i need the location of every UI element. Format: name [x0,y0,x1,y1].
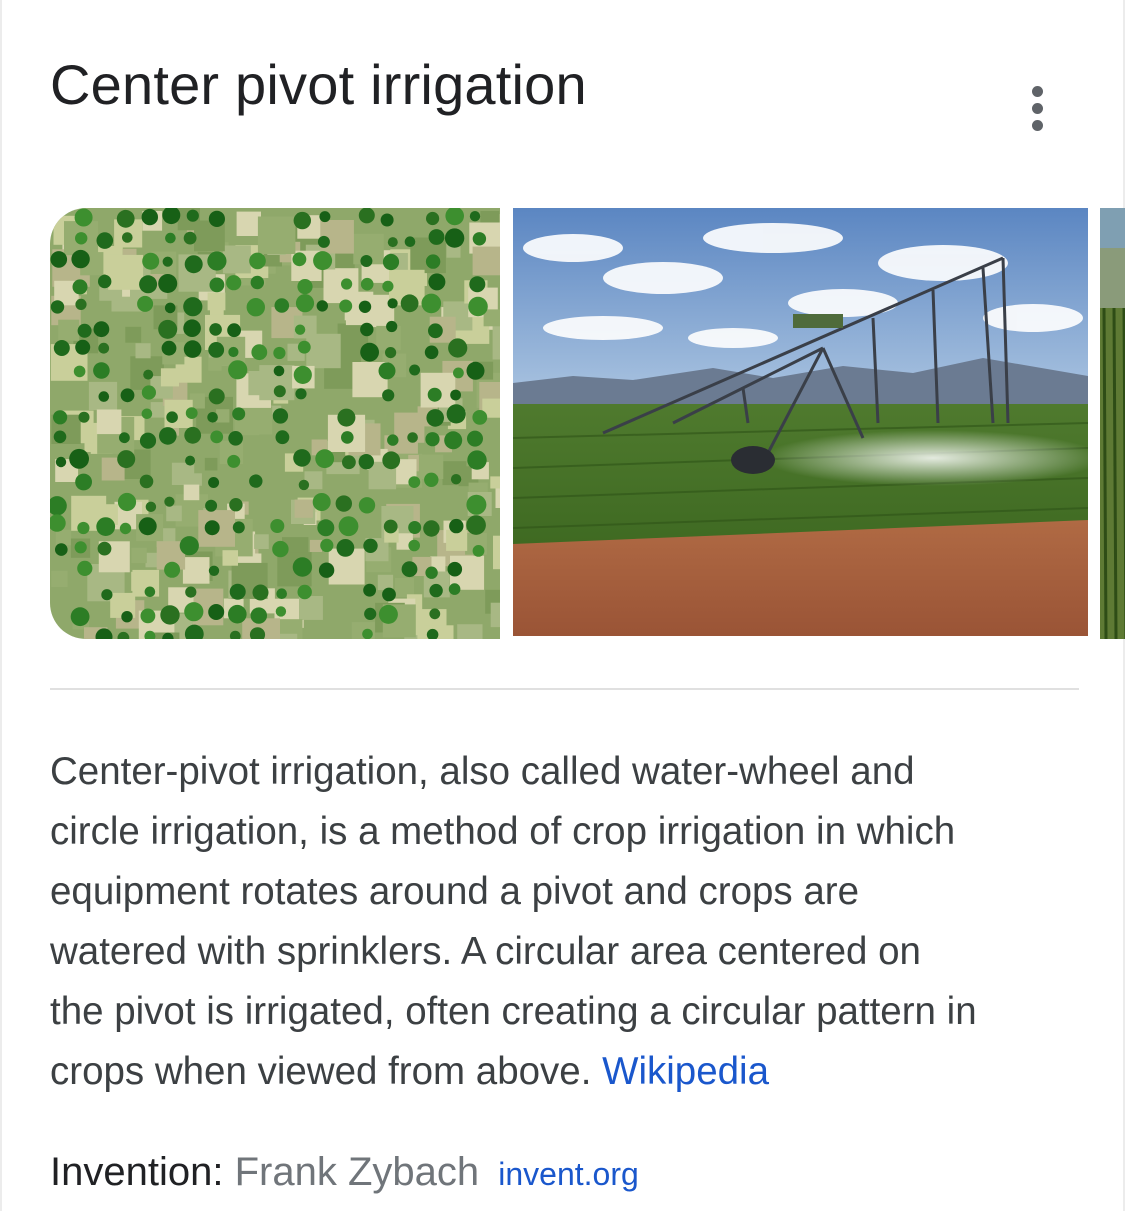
description-line: circle irrigation, is a method of crop i… [50,810,956,853]
fact-value[interactable]: Frank Zybach [235,1150,480,1194]
fact-invention: Invention: Frank Zybach invent.org [50,1150,639,1195]
section-divider [50,688,1079,690]
pivot-sprinkler-image[interactable] [513,208,1088,636]
crop-rows-graphic [1100,208,1125,639]
fact-label: Invention: [50,1150,224,1194]
knowledge-panel-card: Center pivot irrigation Center-pivot irr… [0,0,1125,1211]
description-line: equipment rotates around a pivot and cro… [50,870,860,913]
description: Center-pivot irrigation, also called wat… [50,742,1090,1102]
menu-dot [1032,86,1043,97]
aerial-crop-circles-image[interactable] [50,208,500,639]
description-line: watered with sprinklers. A circular area… [50,930,921,973]
menu-dot [1032,103,1043,114]
fact-source-link[interactable]: invent.org [498,1156,639,1192]
aerial-crop-circles-graphic [50,208,500,639]
description-line: the pivot is irrigated, often creating a… [50,990,977,1033]
description-line: Center-pivot irrigation, also called wat… [50,750,915,793]
description-line-last: crops when viewed from above. Wikipedia [50,1042,1090,1102]
crop-rows-image[interactable] [1100,208,1125,639]
more-options-icon[interactable] [1018,80,1058,131]
panel-title: Center pivot irrigation [50,53,587,116]
wikipedia-link[interactable]: Wikipedia [602,1050,769,1093]
menu-dot [1032,120,1043,131]
description-line: crops when viewed from above. [50,1050,592,1093]
pivot-sprinkler-graphic [513,208,1088,636]
